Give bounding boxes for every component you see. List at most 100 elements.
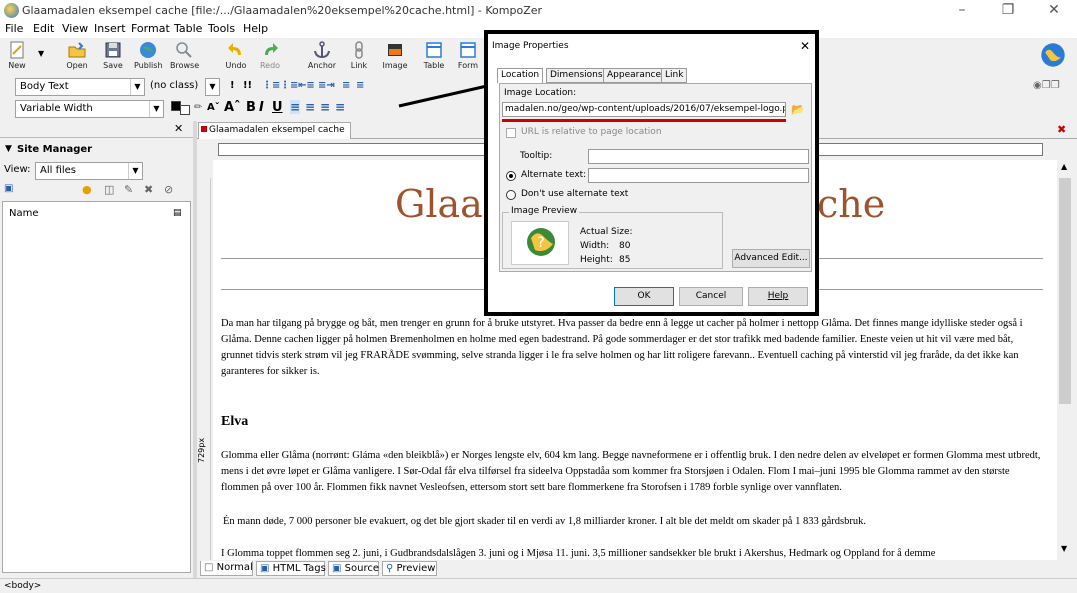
help-button[interactable]: Help xyxy=(748,287,808,306)
maximize-icon[interactable]: ❐ xyxy=(985,0,1031,22)
emphasis-icon[interactable]: ! xyxy=(230,80,235,91)
browse-button[interactable]: Browse xyxy=(170,38,199,74)
anchor-button[interactable]: Anchor xyxy=(306,38,338,74)
image-location-input[interactable]: madalen.no/geo/wp-content/uploads/2016/0… xyxy=(502,102,786,117)
menu-view[interactable]: View xyxy=(62,22,88,35)
scroll-thumb[interactable] xyxy=(1059,178,1071,404)
column-picker-icon[interactable]: ▤ xyxy=(173,208,182,218)
site-icon[interactable]: ▣ xyxy=(4,183,13,194)
edit-site-icon[interactable]: ◫ xyxy=(104,183,114,196)
tooltip-input[interactable] xyxy=(588,149,809,164)
undo-button[interactable]: Undo xyxy=(222,38,250,74)
menu-format[interactable]: Format xyxy=(131,22,170,35)
highlight-pen-icon[interactable]: ✏ xyxy=(194,102,202,113)
document-tab[interactable]: Glaamadalen eksempel cache xyxy=(198,122,351,139)
close-icon[interactable]: ✕ xyxy=(800,34,810,58)
align-right-icon[interactable]: ≡ xyxy=(320,100,330,114)
bold-icon[interactable]: B xyxy=(246,100,256,115)
background-color-icon[interactable] xyxy=(180,105,190,115)
definition-desc-icon[interactable]: ≡ xyxy=(356,80,364,91)
paragraph-style-select[interactable]: Body Text ▼ xyxy=(15,78,145,96)
height-value: 85 xyxy=(619,255,631,265)
open-button[interactable]: Open xyxy=(60,38,94,74)
close-icon[interactable]: ✕ xyxy=(1031,0,1077,22)
align-center-icon[interactable]: ≡ xyxy=(305,100,315,114)
menu-table[interactable]: Table xyxy=(174,22,202,35)
tab-source[interactable]: ▣ Source xyxy=(328,561,379,576)
site-manager-toggle-icon[interactable]: ◉❐❐ xyxy=(1033,80,1060,91)
align-justify-icon[interactable]: ≡ xyxy=(335,100,345,114)
tab-preview[interactable]: ⚲ Preview xyxy=(382,561,437,576)
new-button[interactable]: New xyxy=(4,38,30,74)
align-left-icon[interactable]: ≡ xyxy=(290,100,301,114)
image-button[interactable]: Image xyxy=(380,38,410,74)
definition-term-icon[interactable]: ≡ xyxy=(342,80,350,91)
class-select-arrow[interactable]: ▼ xyxy=(205,78,220,96)
indent-icon[interactable]: ≡⇥ xyxy=(318,80,335,91)
image-properties-dialog: Image Properties ✕ Location Dimensions A… xyxy=(484,30,819,316)
name-column-header: Name xyxy=(9,208,39,219)
menu-edit[interactable]: Edit xyxy=(33,22,54,35)
tab-link[interactable]: Link xyxy=(661,68,688,83)
collapse-triangle-icon[interactable]: ▼ xyxy=(5,144,12,154)
tab-location[interactable]: Location xyxy=(497,68,544,83)
scroll-down-icon[interactable]: ▼ xyxy=(1061,544,1067,553)
no-alt-radio[interactable] xyxy=(506,190,516,200)
redo-arrow-icon xyxy=(265,43,278,55)
menu-tools[interactable]: Tools xyxy=(208,22,235,35)
tab-normal[interactable]: □ Normal xyxy=(200,561,253,576)
undo-arrow-icon xyxy=(228,43,241,55)
preview-icon: ⚲ xyxy=(386,563,397,574)
save-disk-icon xyxy=(105,42,121,58)
scroll-up-icon[interactable]: ▲ xyxy=(1061,162,1067,171)
publish-button[interactable]: Publish xyxy=(134,38,163,74)
delete-icon[interactable]: ✖ xyxy=(144,183,153,196)
numbered-list-icon[interactable]: ⋮≡ xyxy=(280,80,298,91)
image-location-label: Image Location: xyxy=(504,88,577,98)
redo-button[interactable]: Redo xyxy=(256,38,284,74)
font-select[interactable]: Variable Width ▼ xyxy=(15,100,164,118)
tab-html-tags[interactable]: ▣ HTML Tags xyxy=(256,561,326,576)
view-select[interactable]: All files ▼ xyxy=(35,162,143,180)
underline-icon[interactable]: U xyxy=(272,100,283,115)
close-icon[interactable]: ✕ xyxy=(174,122,183,135)
alt-text-radio[interactable] xyxy=(506,171,516,181)
tab-appearance[interactable]: Appearance xyxy=(603,68,666,83)
menu-insert[interactable]: Insert xyxy=(94,22,126,35)
italic-icon[interactable]: I xyxy=(259,100,264,115)
outdent-icon[interactable]: ⇤≡ xyxy=(298,80,315,91)
larger-text-icon[interactable]: Aˆ xyxy=(224,100,241,115)
menu-help[interactable]: Help xyxy=(243,22,268,35)
intro-paragraph: Da man har tilgang på brygge og båt, men… xyxy=(221,318,1023,377)
form-button[interactable]: Form xyxy=(455,38,481,74)
alt-text-input[interactable] xyxy=(588,168,809,183)
strong-emphasis-icon[interactable]: !! xyxy=(243,80,252,91)
element-path[interactable]: <body> xyxy=(4,581,41,591)
menu-file[interactable]: File xyxy=(5,22,23,35)
link-button[interactable]: Link xyxy=(346,38,372,74)
ruler-size-label: 729px xyxy=(197,437,206,463)
advanced-edit-button[interactable]: Advanced Edit... xyxy=(732,249,810,268)
new-dropdown-icon[interactable]: ▼ xyxy=(38,49,44,58)
bullet-list-icon[interactable]: ⋮≡ xyxy=(262,80,280,91)
smaller-text-icon[interactable]: Aˇ xyxy=(207,102,220,113)
table-button[interactable]: Table xyxy=(420,38,448,74)
site-tree[interactable]: Name ▤ xyxy=(2,201,191,573)
app-icon xyxy=(4,3,19,18)
choose-file-icon[interactable]: 📂 xyxy=(791,103,805,116)
minimize-icon[interactable]: – xyxy=(939,0,985,22)
cancel-button[interactable]: Cancel xyxy=(679,287,743,306)
save-button[interactable]: Save xyxy=(100,38,126,74)
tags-icon: ▣ xyxy=(260,563,273,574)
close-tab-icon[interactable]: ✖ xyxy=(1057,123,1066,136)
rename-icon[interactable]: ✎ xyxy=(124,183,133,196)
vertical-scrollbar[interactable]: ▲ ▼ xyxy=(1057,160,1074,560)
url-relative-checkbox[interactable] xyxy=(506,128,516,138)
stop-icon[interactable]: ⊘ xyxy=(164,183,173,196)
ok-button[interactable]: OK xyxy=(614,287,674,306)
vertical-ruler: 729px xyxy=(197,178,211,560)
new-site-icon[interactable]: ● xyxy=(82,183,92,196)
width-value: 80 xyxy=(619,241,631,251)
alt-text-label: Alternate text: xyxy=(521,170,587,180)
tab-dimensions[interactable]: Dimensions xyxy=(546,68,607,83)
